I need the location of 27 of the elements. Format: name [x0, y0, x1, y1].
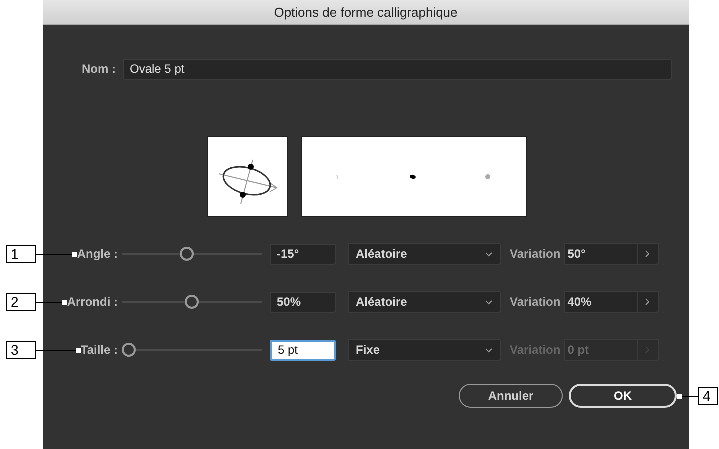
chevron-down-icon: [485, 252, 493, 256]
variation-field[interactable]: 40%: [564, 291, 659, 313]
chevron-down-icon: [485, 348, 493, 352]
slider-thumb[interactable]: [180, 247, 194, 261]
value-field[interactable]: 50%: [270, 292, 336, 312]
ok-button[interactable]: OK: [569, 384, 677, 408]
callout-number: 3: [6, 341, 36, 359]
slider-thumb[interactable]: [185, 295, 199, 309]
value-field[interactable]: -15°: [270, 244, 336, 264]
chevron-down-icon: [485, 300, 493, 304]
callout-number: 2: [6, 293, 36, 311]
chevron-right-icon[interactable]: [645, 250, 650, 258]
variation-label: Variation: [510, 295, 561, 309]
mode-dropdown[interactable]: Aléatoire: [348, 291, 501, 313]
name-label: Nom :: [81, 62, 116, 76]
chevron-right-icon[interactable]: [645, 298, 650, 306]
callout-number: 1: [6, 245, 36, 263]
window-title: Options de forme calligraphique: [274, 4, 458, 20]
variation-label: Variation: [510, 247, 561, 261]
row-label: Angle :: [77, 247, 118, 261]
name-field[interactable]: Ovale 5 pt: [123, 58, 672, 80]
row-label: Taille :: [80, 343, 118, 357]
callout-number: 4: [698, 387, 718, 405]
row-label: Arrondi :: [67, 295, 118, 309]
mode-dropdown[interactable]: Aléatoire: [348, 243, 501, 265]
variation-field[interactable]: 50°: [564, 243, 659, 265]
cancel-button[interactable]: Annuler: [459, 384, 563, 408]
